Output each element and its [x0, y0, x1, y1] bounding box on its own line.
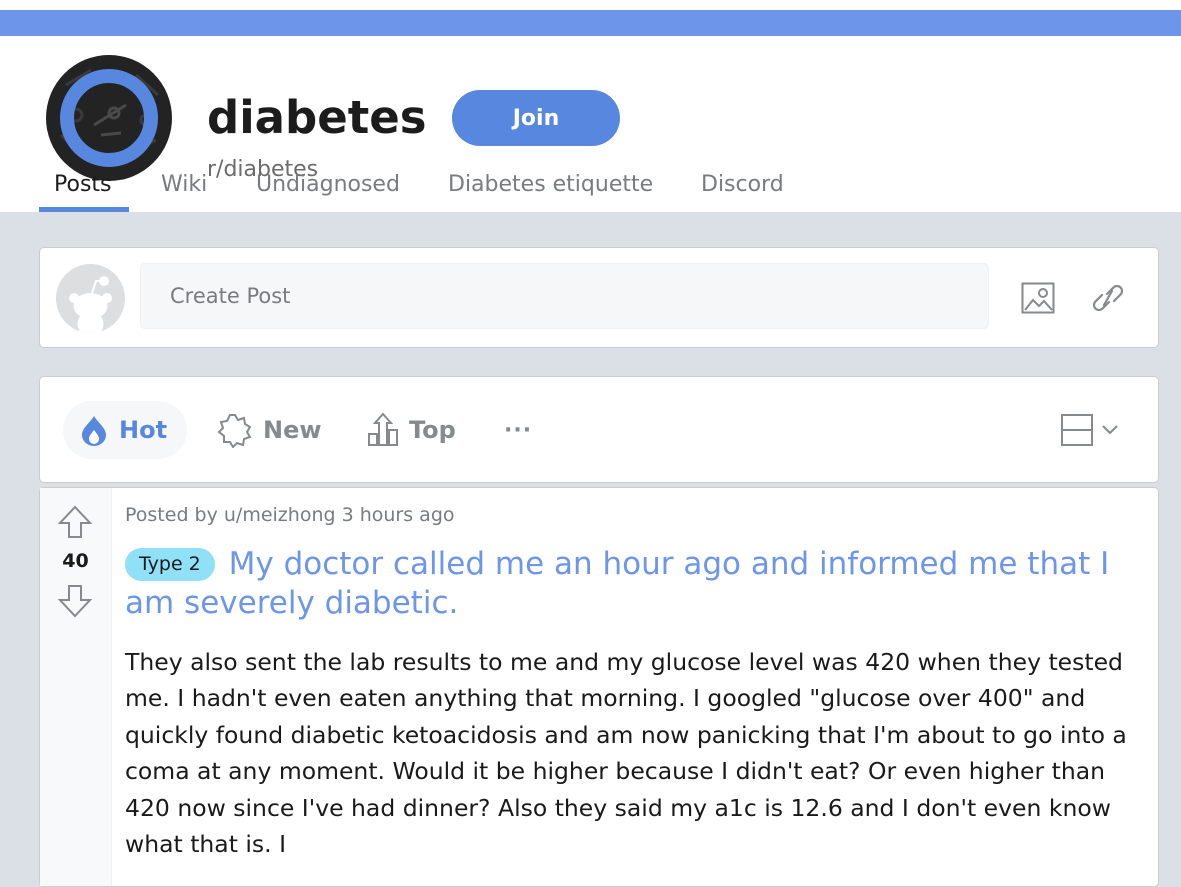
- sort-new-label: New: [263, 416, 322, 444]
- image-upload-button[interactable]: [1018, 278, 1058, 318]
- sort-top-label: Top: [409, 416, 456, 444]
- sort-hot-button[interactable]: Hot: [63, 401, 187, 459]
- sort-bar: Hot New Top ···: [39, 376, 1159, 483]
- post-body: They also sent the lab results to me and…: [125, 648, 1127, 859]
- sort-top-button[interactable]: Top: [367, 401, 456, 459]
- vote-column: 40: [40, 488, 112, 886]
- upvote-icon[interactable]: [58, 505, 92, 539]
- downvote-icon[interactable]: [58, 584, 92, 618]
- diabetes-logo-icon: [46, 55, 172, 181]
- link-icon: [1093, 284, 1123, 312]
- active-tab-indicator: [39, 207, 129, 212]
- user-avatar[interactable]: [56, 264, 125, 333]
- tab-diabetes-etiquette[interactable]: Diabetes etiquette: [448, 172, 653, 212]
- tab-undiagnosed[interactable]: Undiagnosed: [256, 172, 400, 212]
- tab-wiki[interactable]: Wiki: [161, 172, 207, 212]
- image-icon: [1021, 282, 1055, 314]
- sort-new-button[interactable]: New: [217, 401, 322, 459]
- more-sort-button[interactable]: ···: [504, 401, 532, 459]
- subreddit-banner: [0, 10, 1181, 36]
- card-view-icon: [1061, 414, 1118, 446]
- view-mode-button[interactable]: [1060, 401, 1136, 459]
- sparkle-badge-icon: [217, 414, 252, 448]
- post-title-block[interactable]: Type 2 My doctor called me an hour ago a…: [125, 545, 1115, 623]
- link-upload-button[interactable]: [1088, 278, 1128, 318]
- post-title[interactable]: My doctor called me an hour ago and info…: [125, 546, 1109, 621]
- tab-discord[interactable]: Discord: [701, 172, 784, 212]
- join-button[interactable]: Join: [452, 90, 620, 146]
- vote-count: 40: [62, 550, 89, 572]
- chevron-down-icon: [1102, 425, 1118, 435]
- create-post-input[interactable]: [140, 263, 989, 329]
- post-card[interactable]: 40 Posted by u/meizhong 3 hours ago Type…: [39, 487, 1159, 887]
- bar-chart-arrow-icon: [368, 412, 398, 446]
- subreddit-avatar[interactable]: [38, 47, 180, 189]
- post-flair[interactable]: Type 2: [125, 548, 215, 581]
- snoo-avatar-icon: [56, 264, 125, 333]
- create-post-card: [39, 247, 1159, 348]
- post-meta: Posted by u/meizhong 3 hours ago: [125, 504, 455, 526]
- top-strip: [0, 0, 1181, 10]
- subreddit-title: diabetes: [207, 91, 427, 144]
- sort-hot-label: Hot: [119, 416, 168, 444]
- flame-icon: [82, 416, 106, 446]
- tab-posts[interactable]: Posts: [54, 172, 112, 212]
